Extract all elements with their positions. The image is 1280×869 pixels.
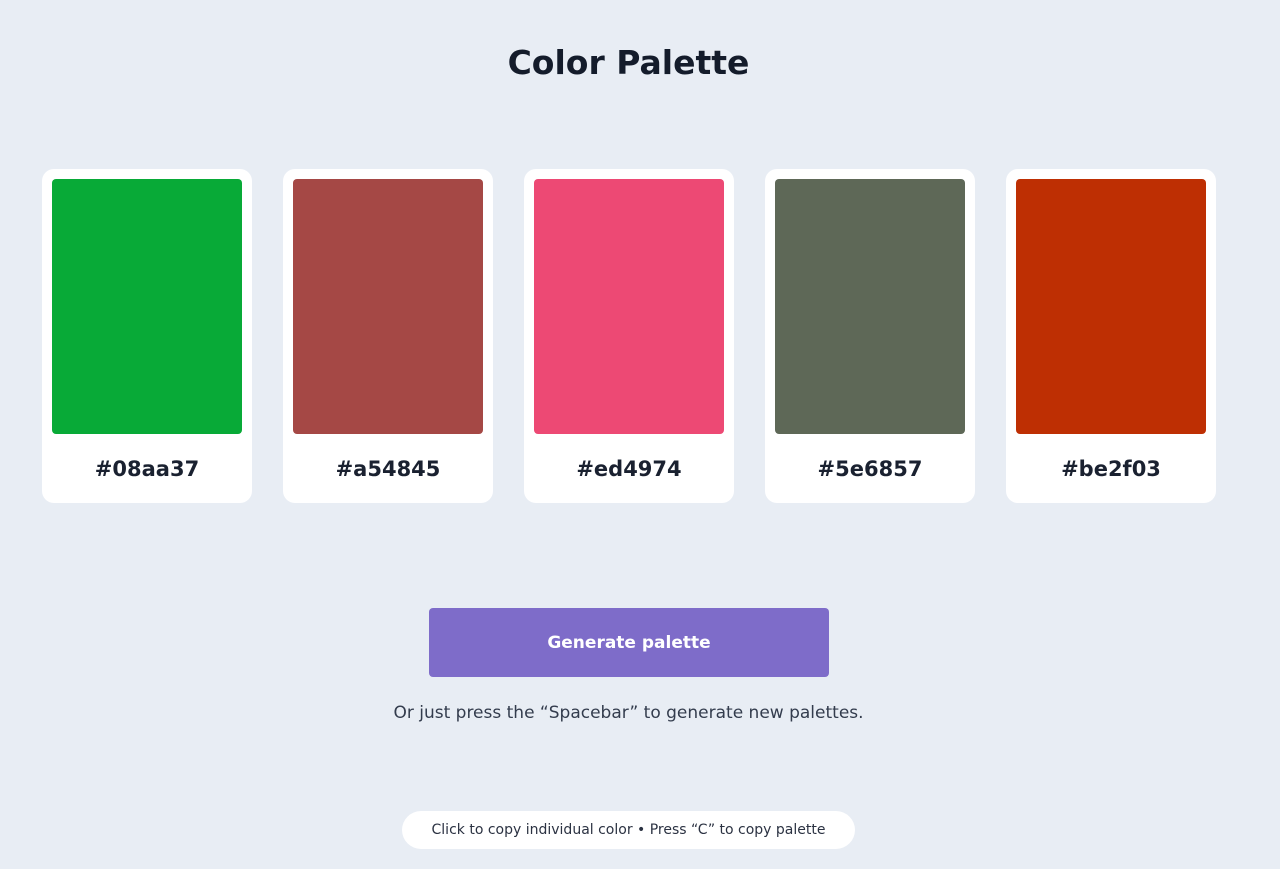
color-swatch[interactable] xyxy=(534,179,724,434)
page-title: Color Palette xyxy=(507,43,750,82)
color-swatch[interactable] xyxy=(775,179,965,434)
palette: #08aa37 #a54845 #ed4974 #5e6857 #be2f03 xyxy=(42,169,1216,503)
color-card[interactable]: #ed4974 xyxy=(524,169,734,503)
color-card[interactable]: #5e6857 xyxy=(765,169,975,503)
color-swatch[interactable] xyxy=(1016,179,1206,434)
color-hex-label: #a54845 xyxy=(335,457,441,481)
color-swatch[interactable] xyxy=(52,179,242,434)
copy-tip: Click to copy individual color • Press “… xyxy=(402,811,855,849)
color-swatch[interactable] xyxy=(293,179,483,434)
color-hex-label: #be2f03 xyxy=(1061,457,1161,481)
color-hex-label: #5e6857 xyxy=(817,457,923,481)
color-card[interactable]: #a54845 xyxy=(283,169,493,503)
color-hex-label: #08aa37 xyxy=(94,457,200,481)
color-card[interactable]: #08aa37 xyxy=(42,169,252,503)
color-hex-label: #ed4974 xyxy=(576,457,682,481)
spacebar-hint: Or just press the “Spacebar” to generate… xyxy=(393,703,864,723)
generate-palette-button[interactable]: Generate palette xyxy=(429,608,829,677)
color-card[interactable]: #be2f03 xyxy=(1006,169,1216,503)
